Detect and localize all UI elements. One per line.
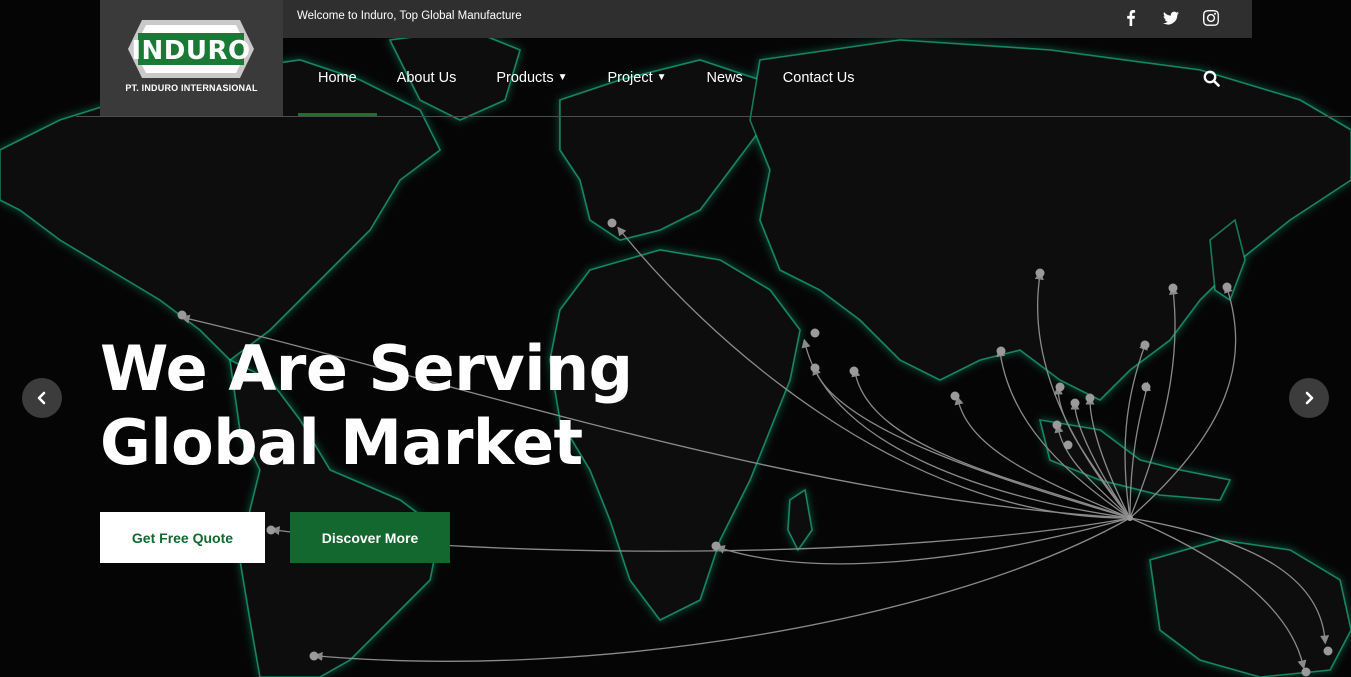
nav-item-contact-us[interactable]: Contact Us (763, 38, 875, 117)
hero-title-line-2: Global Market (100, 406, 583, 479)
welcome-text: Welcome to Induro, Top Global Manufactur… (297, 10, 522, 22)
slider-next-button[interactable] (1289, 378, 1329, 418)
induro-logo-mark: INDURO (128, 20, 254, 78)
site-logo[interactable]: INDURO PT. INDURO INTERNASIONAL (100, 0, 283, 117)
nav-label: Contact Us (782, 69, 855, 86)
instagram-icon[interactable] (1200, 7, 1222, 29)
chevron-right-icon (1305, 391, 1314, 405)
search-icon[interactable] (1200, 67, 1222, 89)
slider-prev-button[interactable] (22, 378, 62, 418)
discover-more-button[interactable]: Discover More (290, 512, 450, 563)
nav-label: Home (318, 69, 357, 86)
svg-text:INDURO: INDURO (131, 36, 250, 66)
twitter-icon[interactable] (1160, 7, 1182, 29)
nav-divider (76, 116, 1351, 117)
caret-down-icon: ▼ (557, 72, 568, 83)
nav-item-home[interactable]: Home (298, 38, 377, 117)
hero-title-line-1: We Are Serving (100, 332, 633, 405)
nav-item-products[interactable]: Products ▼ (476, 38, 587, 117)
main-nav: Home About Us Products ▼ Project ▼ News Co… (298, 38, 875, 117)
chevron-left-icon (37, 391, 46, 405)
hero-title: We Are Serving Global Market (100, 332, 720, 480)
caret-down-icon: ▼ (656, 72, 667, 83)
nav-label: Project (607, 69, 653, 86)
nav-item-about-us[interactable]: About Us (377, 38, 477, 117)
facebook-icon[interactable] (1120, 7, 1142, 29)
logo-caption: PT. INDURO INTERNASIONAL (125, 83, 258, 93)
nav-label: News (706, 69, 743, 86)
nav-label: Products (496, 69, 554, 86)
nav-item-news[interactable]: News (687, 38, 763, 117)
nav-label: About Us (396, 69, 457, 86)
nav-item-project[interactable]: Project ▼ (587, 38, 686, 117)
get-free-quote-button[interactable]: Get Free Quote (100, 512, 265, 563)
